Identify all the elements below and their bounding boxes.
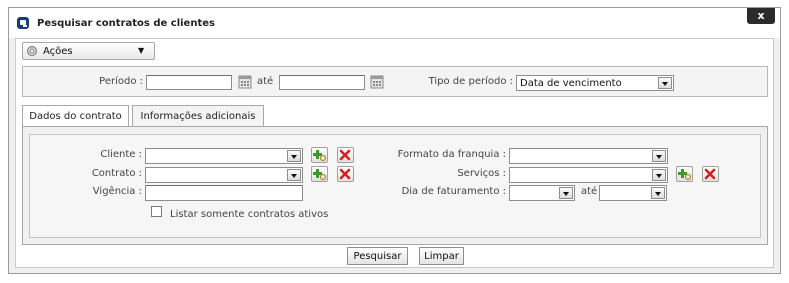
cliente-label: Cliente : [100, 149, 142, 160]
formato-franquia-select[interactable] [509, 148, 668, 164]
calendar-icon[interactable] [370, 75, 384, 89]
actions-label: Ações [43, 46, 73, 57]
vigencia-input[interactable] [145, 185, 303, 201]
chevron-down-icon [652, 150, 666, 162]
dia-faturamento-until-label: até [581, 186, 598, 197]
contrato-label: Contrato : [91, 168, 142, 179]
dialog-titlebar: Pesquisar contratos de clientes x [9, 8, 780, 38]
remove-icon [339, 168, 351, 180]
add-servicos-button[interactable] [676, 166, 693, 182]
add-cliente-button[interactable] [311, 147, 328, 163]
servicos-label: Serviços : [457, 168, 506, 179]
search-button[interactable]: Pesquisar [347, 247, 408, 265]
tab-panel: Cliente : Contrato : Vigência : Listar s… [22, 126, 768, 245]
remove-servicos-button[interactable] [702, 166, 719, 182]
chevron-down-icon [287, 150, 301, 162]
chevron-down-icon [652, 169, 666, 181]
chevron-down-icon: ▼ [138, 46, 145, 55]
period-type-select[interactable]: Data de vencimento [516, 75, 674, 91]
dia-faturamento-start-select[interactable] [509, 185, 575, 201]
cliente-select[interactable] [145, 148, 303, 164]
calendar-icon[interactable] [238, 75, 252, 89]
contract-filters: Cliente : Contrato : Vigência : Listar s… [29, 134, 761, 238]
gear-icon [27, 46, 37, 56]
period-end-input[interactable] [279, 75, 365, 90]
period-until-label: até [257, 76, 274, 87]
chevron-down-icon [559, 187, 573, 199]
remove-icon [339, 149, 351, 161]
actions-dropdown[interactable]: Ações ▼ [22, 42, 155, 60]
contrato-select[interactable] [145, 167, 303, 183]
dialog-content: Ações ▼ Período : até Tipo de período : … [15, 38, 774, 268]
dia-faturamento-label: Dia de faturamento : [401, 186, 506, 197]
servicos-select[interactable] [509, 167, 668, 183]
dialog-title: Pesquisar contratos de clientes [37, 18, 215, 29]
period-label: Período : [99, 76, 143, 87]
chevron-down-icon [658, 77, 672, 89]
add-icon [313, 169, 327, 181]
add-icon [313, 150, 327, 162]
tab-dados-contrato[interactable]: Dados do contrato [22, 105, 129, 127]
clear-button[interactable]: Limpar [419, 247, 464, 265]
formato-franquia-label: Formato da franquia : [397, 149, 506, 160]
remove-cliente-button[interactable] [337, 147, 354, 163]
add-contrato-button[interactable] [311, 166, 328, 182]
search-dialog: Pesquisar contratos de clientes x Ações … [8, 7, 781, 274]
period-type-label: Tipo de período : [428, 76, 513, 87]
dialog-icon [17, 17, 29, 29]
remove-contrato-button[interactable] [337, 166, 354, 182]
period-start-input[interactable] [146, 75, 232, 90]
only-active-checkbox[interactable] [151, 206, 162, 217]
only-active-label: Listar somente contratos ativos [170, 209, 329, 220]
close-button[interactable]: x [747, 8, 775, 24]
chevron-down-icon [651, 187, 665, 199]
add-icon [678, 169, 692, 181]
tab-informacoes-adicionais[interactable]: Informações adicionais [132, 105, 264, 126]
vigencia-label: Vigência : [92, 186, 142, 197]
dia-faturamento-end-select[interactable] [599, 185, 667, 201]
period-section: Período : até Tipo de período : Data de … [22, 66, 768, 97]
remove-icon [704, 168, 716, 180]
chevron-down-icon [287, 169, 301, 181]
